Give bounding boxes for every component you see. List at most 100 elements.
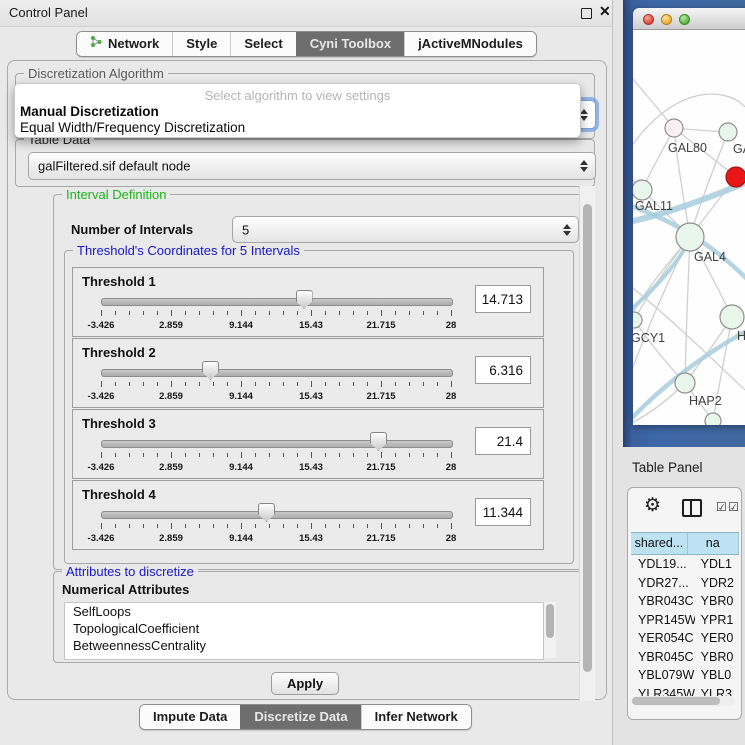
table-row[interactable]: YBR045CYBR0 (631, 648, 739, 667)
zoom-traffic-light-icon[interactable] (679, 14, 690, 25)
list-item[interactable]: TopologicalCoefficient (65, 620, 543, 637)
close-icon[interactable]: ✕ (599, 3, 611, 20)
close-traffic-light-icon[interactable] (643, 14, 654, 25)
network-node-gal4[interactable] (676, 223, 704, 251)
slider-tick (395, 311, 396, 315)
threshold-value-field[interactable]: 14.713 (475, 285, 531, 313)
numerical-attributes-list[interactable]: SelfLoopsTopologicalCoefficientBetweenne… (64, 602, 544, 660)
network-node-ga[interactable] (719, 123, 737, 141)
slider-tick (129, 524, 130, 528)
tab-style[interactable]: Style (172, 32, 230, 56)
split-columns-icon[interactable] (682, 499, 702, 517)
network-canvas[interactable]: GAL80GAGAL11GAL4GCY1HHAP2 (633, 30, 745, 425)
cell-name: YER0 (695, 629, 739, 648)
slider-tick (227, 453, 228, 457)
menu-item-equal-width-frequency[interactable]: Equal Width/Frequency Discretization (20, 120, 245, 135)
slider-track[interactable] (101, 369, 453, 377)
slider-handle[interactable] (202, 361, 219, 380)
slider-track[interactable] (101, 440, 453, 448)
table-row[interactable]: YDR27...YDR2 (631, 574, 739, 593)
slider-tick (325, 311, 326, 315)
slider-handle[interactable] (370, 432, 387, 451)
list-item[interactable]: BetweennessCentrality (65, 637, 543, 654)
node-label: GAL4 (694, 250, 726, 264)
table-row[interactable]: YBR043CYBR0 (631, 592, 739, 611)
slider-tick-label: 28 (446, 320, 457, 331)
threshold-slider[interactable]: -3.4262.8599.14415.4321.71528 (101, 418, 451, 476)
slider-tick-label: 2.859 (159, 391, 183, 402)
slider-tick (367, 311, 368, 315)
slider-tick (409, 311, 410, 315)
tab-discretize-data[interactable]: Discretize Data (240, 705, 360, 729)
slider-tick (283, 524, 284, 528)
checkbox-icon[interactable]: ☑ (716, 500, 727, 514)
tab-impute-data[interactable]: Impute Data (140, 705, 240, 729)
tab-label: jActiveMNodules (418, 32, 523, 56)
network-node-gal11[interactable] (633, 180, 652, 200)
threshold-panel: Threshold 3-3.4262.8599.14415.4321.71528… (72, 409, 544, 479)
slider-tick (367, 453, 368, 457)
column-header-shared[interactable]: shared... (631, 533, 688, 554)
number-of-intervals-combobox[interactable]: 5 (232, 216, 579, 243)
threshold-slider[interactable]: -3.4262.8599.14415.4321.71528 (101, 489, 451, 547)
attributes-list-scrollbar[interactable] (544, 602, 556, 658)
table-row[interactable]: YPR145WYPR1 (631, 611, 739, 630)
minimize-traffic-light-icon[interactable] (661, 14, 672, 25)
slider-tick (241, 381, 242, 387)
tab-network[interactable]: Network (77, 32, 172, 56)
network-node[interactable] (705, 413, 721, 425)
settings-scrollbar[interactable] (579, 186, 595, 701)
cell-name: YPR1 (695, 611, 739, 630)
threshold-value-field[interactable]: 21.4 (475, 427, 531, 455)
threshold-value-field[interactable]: 11.344 (475, 498, 531, 526)
slider-handle[interactable] (258, 503, 275, 522)
slider-tick (143, 453, 144, 457)
float-window-icon[interactable] (581, 8, 592, 19)
tab-select[interactable]: Select (230, 32, 295, 56)
checkbox-icon[interactable]: ☑ (728, 500, 739, 514)
network-node-gal80[interactable] (665, 119, 683, 137)
list-item[interactable]: SelfLoops (65, 603, 543, 620)
slider-tick (283, 382, 284, 386)
tab-infer-network[interactable]: Infer Network (361, 705, 471, 729)
slider-tick-label: 2.859 (159, 462, 183, 473)
network-window-titlebar[interactable] (633, 8, 745, 30)
table-horizontal-scrollbar[interactable] (631, 696, 735, 706)
slider-track[interactable] (101, 298, 453, 306)
cytoscape-desktop: GAL80GAGAL11GAL4GCY1HHAP2 (623, 0, 745, 447)
slider-tick (199, 524, 200, 528)
threshold-value-field[interactable]: 6.316 (475, 356, 531, 384)
cell-name: YBR0 (695, 648, 739, 667)
table-row[interactable]: YBL079WYBL0 (631, 666, 739, 685)
slider-tick (311, 523, 312, 529)
threshold-slider[interactable]: -3.4262.8599.14415.4321.71528 (101, 347, 451, 405)
slider-tick (129, 382, 130, 386)
cell-shared-name: YBR043C (631, 592, 695, 611)
tab-jactivemnodules[interactable]: jActiveMNodules (404, 32, 536, 56)
gear-icon[interactable]: ⚙ (644, 494, 661, 517)
slider-track[interactable] (101, 511, 453, 519)
algorithm-dropdown-popup: Select algorithm to view settings Manual… (14, 83, 581, 138)
network-node-hap2[interactable] (675, 373, 695, 393)
table-data-combobox[interactable]: galFiltered.sif default node (28, 152, 596, 180)
table-row[interactable]: YDL19...YDL1 (631, 555, 739, 574)
table-row[interactable]: YLR345WYLR3 (631, 685, 739, 697)
tab-cyni-toolbox[interactable]: Cyni Toolbox (296, 32, 404, 56)
slider-tick (409, 453, 410, 457)
slider-tick-label: 15.43 (299, 320, 323, 331)
column-header-name[interactable]: na (688, 533, 739, 554)
slider-tick (101, 452, 102, 458)
threshold-slider[interactable]: -3.4262.8599.14415.4321.71528 (101, 276, 451, 334)
network-node-h[interactable] (720, 305, 744, 329)
tab-label: Network (108, 32, 159, 56)
cell-shared-name: YER054C (631, 629, 695, 648)
table-row[interactable]: YER054CYER0 (631, 629, 739, 648)
network-node[interactable] (726, 167, 745, 187)
slider-tick (381, 452, 382, 458)
apply-button[interactable]: Apply (271, 672, 339, 695)
slider-tick (269, 453, 270, 457)
slider-tick (353, 311, 354, 315)
menu-item-manual-discretization[interactable]: Manual Discretization (20, 104, 159, 119)
slider-handle[interactable] (296, 290, 313, 309)
network-node-gcy1[interactable] (633, 312, 642, 328)
